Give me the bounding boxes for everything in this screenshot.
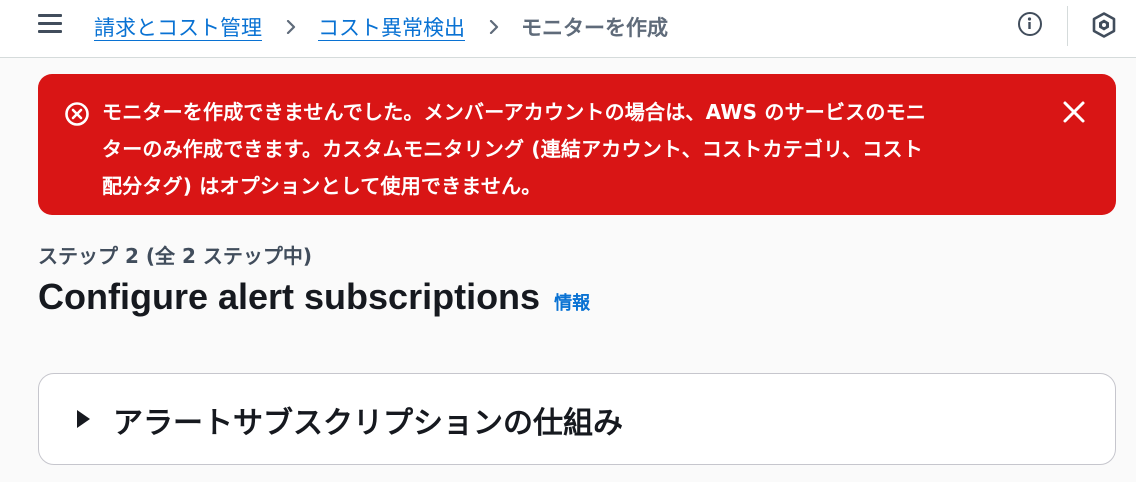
breadcrumb-item-billing[interactable]: 請求とコスト管理: [94, 12, 262, 42]
breadcrumb-current-page: モニターを作成: [521, 16, 668, 40]
info-link[interactable]: 情報: [554, 289, 590, 315]
error-message-text: モニターを作成できませんでした。メンバーアカウントの場合は、AWS のサービスの…: [102, 94, 1012, 205]
error-icon: [65, 102, 89, 126]
info-icon[interactable]: [1018, 12, 1042, 36]
breadcrumb-item-anomaly-detection[interactable]: コスト異常検出: [318, 12, 465, 42]
step-indicator: ステップ 2 (全 2 ステップ中): [38, 244, 312, 268]
caret-right-icon: [77, 410, 90, 428]
expander-title: アラートサブスクリプションの仕組み: [113, 406, 623, 441]
chevron-right-icon: [489, 20, 499, 34]
page-title-container: Configure alert subscriptions 情報: [38, 276, 590, 318]
error-message-line: モニターを作成できませんでした。メンバーアカウントの場合は、AWS のサービスの…: [102, 100, 927, 124]
error-message-line: ターのみ作成できます。カスタムモニタリング (連結アカウント、コストカテゴリ、コ…: [102, 137, 923, 161]
close-icon[interactable]: [1062, 100, 1086, 124]
header-divider: [1067, 6, 1068, 46]
page-title: Configure alert subscriptions: [38, 276, 541, 317]
cloudshell-icon[interactable]: [1092, 12, 1116, 38]
menu-icon[interactable]: [38, 14, 62, 36]
error-message-line: 配分タグ) はオプションとして使用できません。: [102, 174, 542, 198]
top-navigation-bar: 請求とコスト管理 コスト異常検出 モニターを作成: [0, 0, 1136, 58]
breadcrumb: 請求とコスト管理 コスト異常検出 モニターを作成: [94, 12, 668, 42]
how-alert-subscriptions-work-expander[interactable]: アラートサブスクリプションの仕組み: [38, 373, 1116, 465]
chevron-right-icon: [286, 20, 296, 34]
error-flash-message: モニターを作成できませんでした。メンバーアカウントの場合は、AWS のサービスの…: [38, 74, 1116, 215]
